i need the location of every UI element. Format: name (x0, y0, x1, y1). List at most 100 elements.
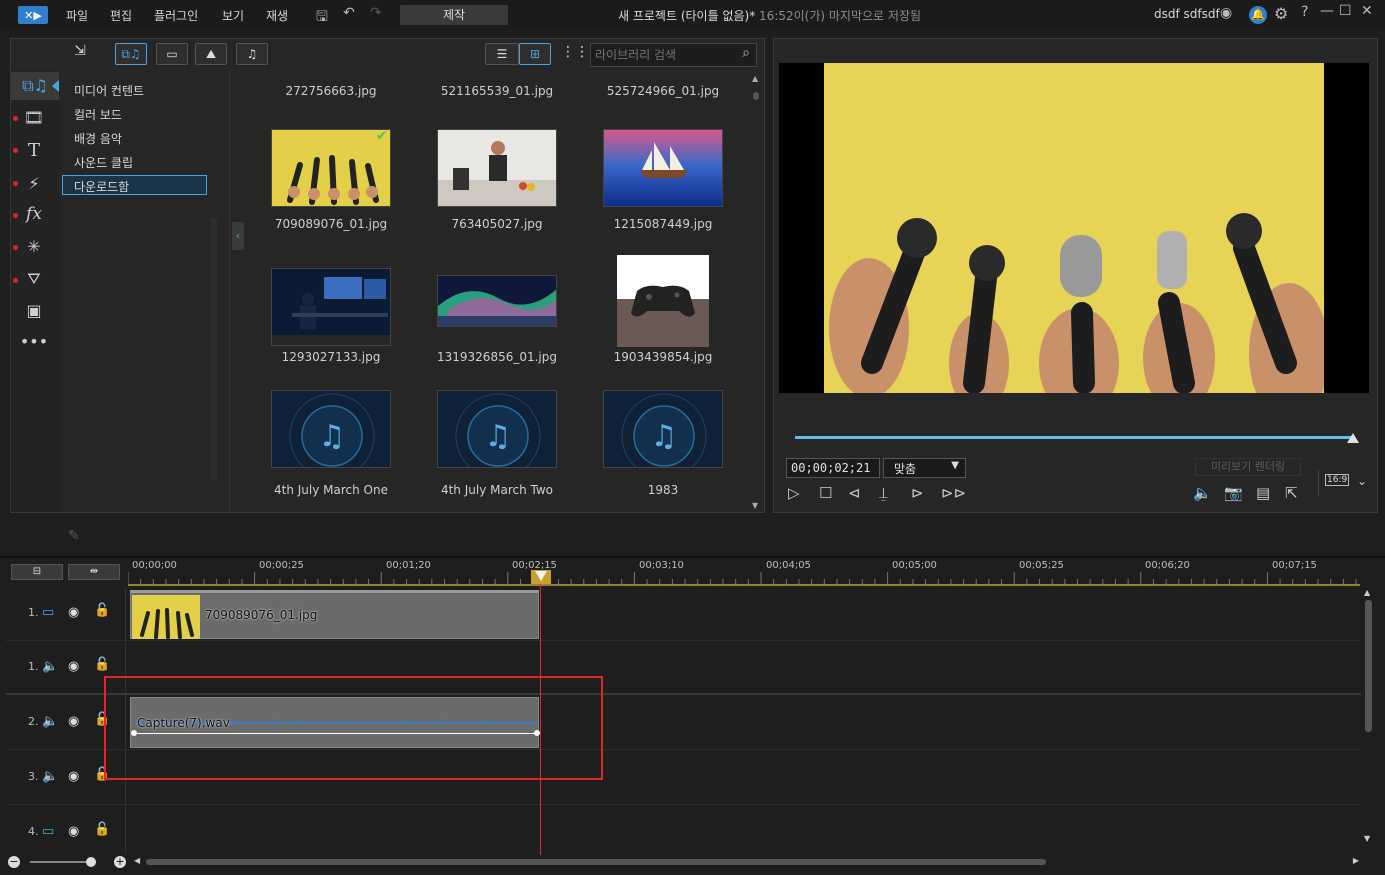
undo-icon[interactable]: ↶ (343, 5, 355, 21)
tab-video-library[interactable]: ▭ (156, 43, 188, 65)
visibility-eye-icon[interactable]: ◉ (68, 769, 79, 784)
media-thumbnail[interactable] (271, 268, 391, 346)
import-media-icon[interactable]: ⇲ (68, 43, 92, 65)
ruler-label: 00;05;00 (892, 560, 937, 571)
split-icon[interactable]: ⍊ (879, 484, 888, 502)
list-view-icon[interactable]: ☰ (485, 43, 519, 65)
aspect-ratio-badge: 16:9 (1325, 474, 1350, 486)
category-color-board[interactable]: 컬러 보드 (74, 106, 122, 123)
aspect-ratio-selector[interactable]: 16:9 ⌄ (1318, 470, 1368, 496)
tab-media-library[interactable]: ⧉♫ (115, 43, 147, 65)
grid-scrollbar[interactable]: ▲ ▼ (752, 74, 760, 510)
menu-file[interactable]: 파일 (66, 7, 88, 24)
title-room-icon[interactable]: T (14, 137, 54, 163)
menu-edit[interactable]: 편집 (110, 7, 132, 24)
visibility-eye-icon[interactable]: ◉ (68, 659, 79, 674)
zoom-in-icon[interactable]: + (114, 856, 126, 868)
timeline-vertical-scrollbar[interactable]: ▲ ▼ (1364, 588, 1373, 843)
media-thumbnail[interactable] (603, 129, 723, 207)
preview-progress-handle[interactable] (1347, 433, 1359, 443)
play-icon[interactable]: ▷ (788, 484, 800, 502)
fx-room-icon[interactable]: fx (14, 201, 54, 227)
media-thumbnail[interactable] (437, 129, 557, 207)
video-clip[interactable]: 709089076_01.jpg (130, 590, 539, 639)
previous-frame-icon[interactable]: ⊲ (848, 484, 861, 502)
svg-text:♫: ♫ (319, 419, 346, 454)
render-preview-button[interactable]: 미리보기 렌더링 (1195, 458, 1301, 476)
media-thumbnail[interactable] (617, 255, 709, 347)
fit-dropdown[interactable]: 맞춤 ▼ (883, 458, 966, 478)
fast-forward-icon[interactable]: ⊳⊳ (941, 484, 966, 502)
media-thumbnail[interactable] (271, 129, 391, 207)
visibility-eye-icon[interactable]: ◉ (68, 605, 79, 620)
category-media-content[interactable]: 미디어 컨텐트 (74, 82, 144, 99)
ruler-label: 00;03;10 (639, 560, 684, 571)
media-label: 1319326856_01.jpg (437, 350, 557, 364)
redo-icon[interactable]: ↷ (370, 5, 382, 21)
music-thumbnail[interactable]: ♫ (603, 390, 723, 468)
thumbnail-size-icon[interactable]: ⋮⋮ (561, 44, 589, 60)
volume-icon[interactable]: 🔈 (1193, 484, 1212, 502)
particle-room-icon[interactable]: ✳ (14, 233, 54, 259)
tab-audio-library[interactable]: ♫ (236, 43, 268, 65)
grid-view-icon[interactable]: ⊞ (519, 43, 551, 65)
lock-icon[interactable]: 🔓 (94, 603, 110, 618)
collapse-panel-button[interactable]: ‹ (232, 222, 244, 250)
category-downloads[interactable]: 다운로드함 (62, 175, 207, 195)
timeline-horizontal-scrollbar[interactable]: ◀ ▶ (134, 856, 1359, 867)
filter-room-icon[interactable]: ⛛ (14, 266, 54, 292)
close-icon[interactable]: ✕ (1361, 3, 1373, 19)
music-thumbnail[interactable]: ♫ (271, 390, 391, 468)
help-icon[interactable]: ? (1301, 4, 1308, 20)
menu-view[interactable]: 보기 (222, 7, 244, 24)
search-icon[interactable]: ⌕ (742, 45, 750, 61)
menu-plugins[interactable]: 플러그인 (154, 7, 198, 24)
save-icon[interactable]: 🖫 (316, 6, 328, 30)
ruler-label: 00;01;20 (386, 560, 431, 571)
user-name: dsdf sdfsdf (1154, 7, 1220, 21)
pen-tool-icon[interactable]: ✎ (68, 528, 80, 544)
transition-room-icon[interactable]: 🎞 (14, 104, 54, 130)
track-number: 1. (28, 660, 39, 673)
notification-icon[interactable]: 🔔 (1249, 6, 1267, 24)
visibility-eye-icon[interactable]: ◉ (68, 824, 79, 839)
subtitles-icon[interactable]: ▤ (1256, 484, 1270, 502)
ship-image (604, 130, 722, 206)
stop-icon[interactable]: ☐ (819, 484, 832, 502)
effect-room-icon[interactable]: ⚡ (14, 170, 54, 196)
detach-preview-icon[interactable]: ⇱ (1285, 484, 1298, 502)
video-track-icon: ▭ (42, 605, 55, 620)
menu-play[interactable]: 재생 (266, 7, 288, 24)
snapshot-camera-icon[interactable]: 📷 (1224, 484, 1243, 502)
minimize-icon[interactable]: — (1320, 3, 1334, 19)
media-label: 521165539_01.jpg (440, 84, 554, 98)
category-background-music[interactable]: 배경 음악 (74, 130, 122, 147)
maximize-icon[interactable]: ☐ (1339, 3, 1352, 19)
more-rooms-icon[interactable]: ••• (14, 328, 54, 354)
preview-progress-track[interactable] (795, 436, 1355, 439)
music-thumbnail[interactable]: ♫ (437, 390, 557, 468)
library-search-box[interactable]: ⌕ (590, 43, 757, 67)
lock-icon[interactable]: 🔓 (94, 657, 110, 672)
tab-image-library[interactable]: ⛰ (195, 43, 227, 65)
next-frame-icon[interactable]: ⊳ (911, 484, 924, 502)
media-thumbnail[interactable] (437, 275, 557, 327)
mode-button[interactable]: 제작 (400, 5, 508, 25)
lock-icon[interactable]: 🔓 (94, 822, 110, 837)
zoom-out-icon[interactable]: − (8, 856, 20, 868)
video-track-icon: ▭ (42, 824, 55, 839)
visibility-eye-icon[interactable]: ◉ (68, 714, 79, 729)
fit-timeline-button[interactable]: ⇹ (68, 564, 120, 580)
timecode-display[interactable]: 00;00;02;21 (786, 458, 880, 478)
track-manager-button[interactable]: ⊟ (11, 564, 63, 580)
category-sound-clips[interactable]: 사운드 클립 (74, 154, 133, 171)
category-scrollbar[interactable] (211, 218, 217, 480)
media-label: 709089076_01.jpg (274, 217, 388, 231)
media-label: 525724966_01.jpg (606, 84, 720, 98)
zoom-slider-handle[interactable] (86, 857, 96, 867)
pip-room-icon[interactable]: ▣ (14, 297, 54, 323)
library-search-input[interactable] (591, 44, 731, 66)
audio-track-icon: 🔈 (42, 659, 59, 674)
settings-gear-icon[interactable]: ⚙ (1274, 4, 1288, 23)
account-icon[interactable]: ◉ (1220, 5, 1232, 21)
